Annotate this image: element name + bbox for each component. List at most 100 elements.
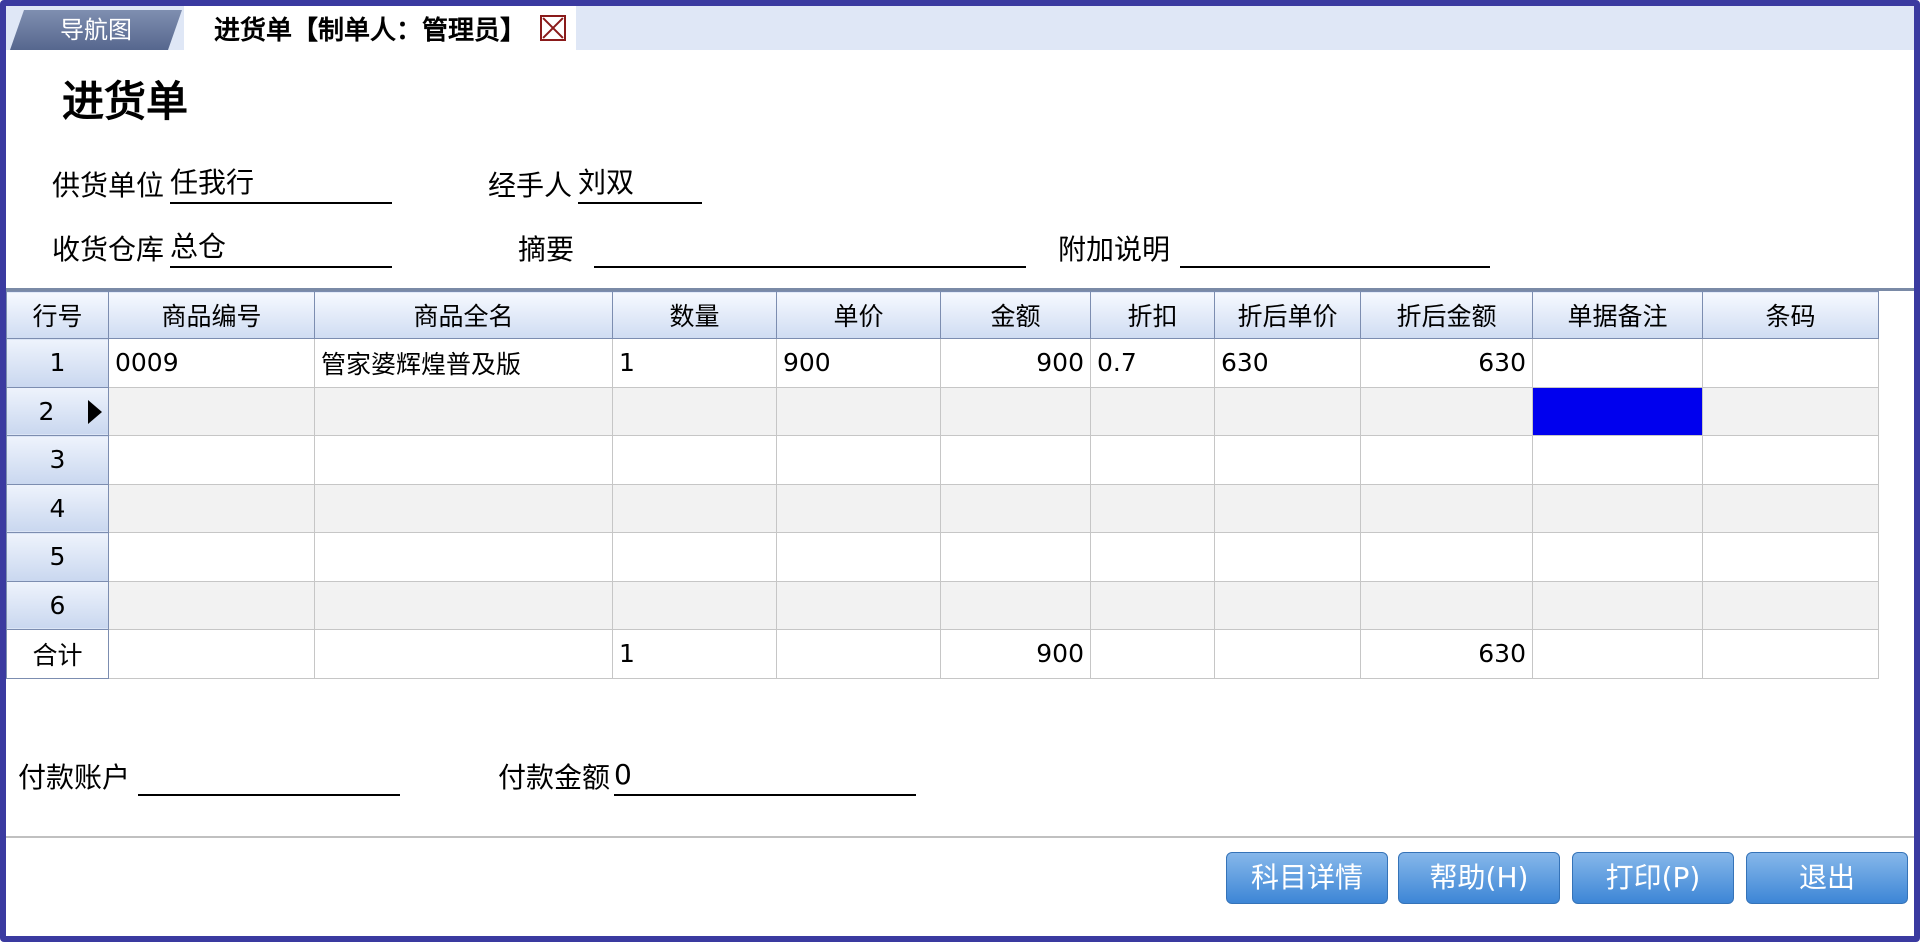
cell-discount[interactable] [1090,483,1215,533]
header-discounted-amount[interactable]: 折后金额 [1360,291,1533,339]
cell-barcode[interactable] [1702,483,1879,533]
cell-product-name[interactable] [314,580,613,630]
cell-discounted-amount[interactable]: 630 [1360,338,1533,388]
table-row[interactable]: 1 0009 管家婆辉煌普及版 1 900 900 0.7 630 630 [6,338,1879,388]
cell-discount[interactable] [1090,386,1215,436]
row-number[interactable]: 6 [6,580,109,630]
cell-remark[interactable] [1532,580,1703,630]
header-row-number[interactable]: 行号 [6,291,109,339]
cell-product-code[interactable] [108,435,315,485]
table-row[interactable]: 6 [6,580,1879,630]
summary-input[interactable] [594,232,1027,268]
cell-unit-price[interactable] [776,435,941,485]
cell-unit-price[interactable] [776,386,941,436]
cell-amount[interactable] [940,580,1091,630]
row-number[interactable]: 5 [6,532,109,582]
cell-discount[interactable] [1090,435,1215,485]
cell-discounted-amount[interactable] [1360,435,1533,485]
header-discounted-price[interactable]: 折后单价 [1214,291,1361,339]
cell-quantity[interactable] [612,483,777,533]
cell-amount[interactable] [940,483,1091,533]
cell-unit-price[interactable] [776,483,941,533]
cell-discounted-amount[interactable] [1360,386,1533,436]
cell-product-code[interactable] [108,386,315,436]
cell-discounted-amount[interactable] [1360,532,1533,582]
cell-product-name[interactable] [314,483,613,533]
cell-amount[interactable] [940,532,1091,582]
cell-unit-price[interactable]: 900 [776,338,941,388]
cell-discounted-price[interactable] [1214,435,1361,485]
row-number[interactable]: 3 [6,435,109,485]
cell-remark[interactable] [1532,338,1703,388]
header-amount[interactable]: 金额 [940,291,1091,339]
cell-product-name[interactable]: 管家婆辉煌普及版 [314,338,613,388]
header-remark[interactable]: 单据备注 [1532,291,1703,339]
header-product-code[interactable]: 商品编号 [108,291,315,339]
cell-discount[interactable] [1090,580,1215,630]
cell-remark-selected[interactable] [1532,386,1703,436]
cell-discount[interactable]: 0.7 [1090,338,1215,388]
cell-quantity[interactable] [612,580,777,630]
cell-discounted-price[interactable]: 630 [1214,338,1361,388]
cell-product-code[interactable]: 0009 [108,338,315,388]
cell-product-name[interactable] [314,532,613,582]
cell-barcode[interactable] [1702,532,1879,582]
help-button[interactable]: 帮助(H) [1398,852,1560,904]
cell-product-code[interactable] [108,532,315,582]
tab-purchase-order[interactable]: 进货单【制单人：管理员】 [184,6,577,50]
cell-discounted-amount[interactable] [1360,483,1533,533]
cell-quantity[interactable]: 1 [612,338,777,388]
cell-barcode[interactable] [1702,338,1879,388]
cell-discounted-price[interactable] [1214,483,1361,533]
table-row[interactable]: 4 [6,483,1879,533]
exit-button[interactable]: 退出 [1746,852,1908,904]
cell-amount[interactable] [940,435,1091,485]
cell-product-code[interactable] [108,483,315,533]
print-button[interactable]: 打印(P) [1572,852,1734,904]
close-icon[interactable] [540,15,567,41]
row-number[interactable]: 1 [6,338,109,388]
supplier-input[interactable]: 任我行 [170,168,393,204]
payment-amount-input[interactable]: 0 [614,760,917,796]
warehouse-input[interactable]: 总仓 [170,232,393,268]
payment-amount-label: 付款金额 [498,761,611,794]
cell-discounted-price[interactable] [1214,532,1361,582]
cell-quantity[interactable] [612,532,777,582]
cell-remark[interactable] [1532,483,1703,533]
cell-product-name[interactable] [314,435,613,485]
cell-amount[interactable]: 900 [940,338,1091,388]
header-unit-price[interactable]: 单价 [776,291,941,339]
cell-remark[interactable] [1532,435,1703,485]
payment-account-input[interactable] [138,760,401,796]
cell-unit-price[interactable] [776,532,941,582]
cell-barcode[interactable] [1702,386,1879,436]
row-number[interactable]: 2 [6,386,109,436]
tab-navigation[interactable]: 导航图 [10,10,182,50]
cell-discount[interactable] [1090,532,1215,582]
cell-discounted-price[interactable] [1214,386,1361,436]
cell-product-code[interactable] [108,580,315,630]
cell-discounted-price[interactable] [1214,580,1361,630]
note-input[interactable] [1180,232,1491,268]
header-product-name[interactable]: 商品全名 [314,291,613,339]
header-quantity[interactable]: 数量 [612,291,777,339]
cell-barcode[interactable] [1702,435,1879,485]
row-number[interactable]: 4 [6,483,109,533]
cell-unit-price[interactable] [776,580,941,630]
cell-amount[interactable] [940,386,1091,436]
header-barcode[interactable]: 条码 [1702,291,1879,339]
cell-barcode[interactable] [1702,580,1879,630]
cell-discounted-amount[interactable] [1360,580,1533,630]
handler-input[interactable]: 刘双 [578,168,703,204]
handler-field: 经手人 刘双 [488,164,703,204]
account-details-button[interactable]: 科目详情 [1226,852,1388,904]
header-discount[interactable]: 折扣 [1090,291,1215,339]
table-row[interactable]: 3 [6,435,1879,485]
cell-remark[interactable] [1532,532,1703,582]
items-table: 行号 商品编号 商品全名 数量 单价 金额 折扣 折后单价 折后金额 单据备注 … [6,291,1879,679]
cell-quantity[interactable] [612,435,777,485]
table-row[interactable]: 5 [6,532,1879,582]
cell-quantity[interactable] [612,386,777,436]
table-row[interactable]: 2 [6,386,1879,436]
cell-product-name[interactable] [314,386,613,436]
